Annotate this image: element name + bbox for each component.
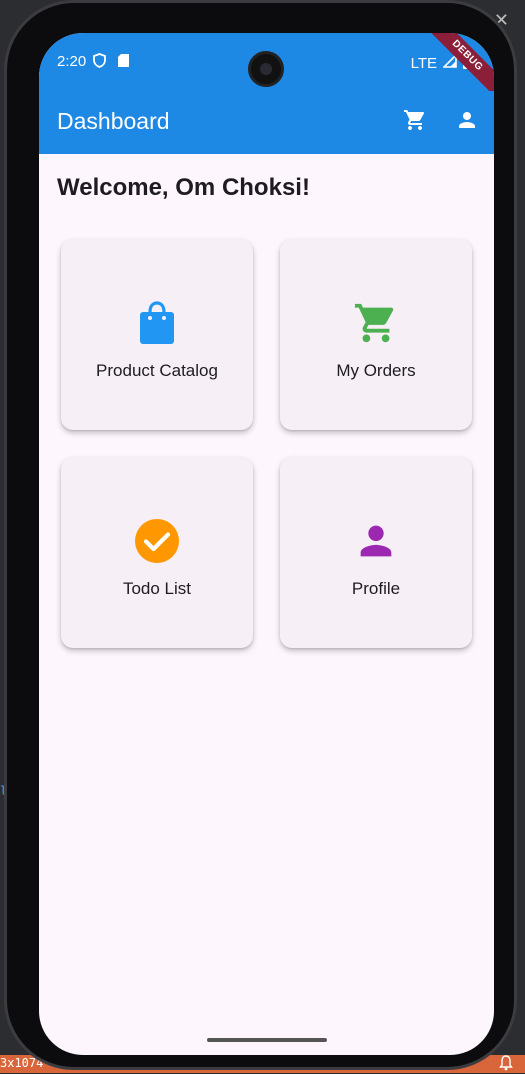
network-type: LTE bbox=[411, 55, 437, 72]
front-camera bbox=[248, 51, 284, 87]
cart-icon bbox=[352, 299, 400, 347]
phone-frame: 2:20 LTE DEBUG Das bbox=[4, 0, 517, 1070]
status-bar: 2:20 LTE DEBUG bbox=[39, 33, 494, 91]
person-icon bbox=[352, 517, 400, 565]
card-label: Product Catalog bbox=[96, 361, 218, 381]
notification-icon[interactable] bbox=[499, 1055, 513, 1071]
card-todo-list[interactable]: Todo List bbox=[61, 457, 253, 648]
app-screen: 2:20 LTE DEBUG Das bbox=[39, 33, 494, 1055]
cart-icon bbox=[403, 108, 427, 137]
shopping-bag-icon bbox=[133, 299, 181, 347]
shield-icon bbox=[93, 53, 106, 73]
card-label: My Orders bbox=[336, 361, 415, 381]
app-bar-title: Dashboard bbox=[57, 108, 170, 135]
person-icon bbox=[455, 108, 479, 137]
card-product-catalog[interactable]: Product Catalog bbox=[61, 239, 253, 430]
sd-card-icon bbox=[118, 54, 129, 72]
app-bar: Dashboard bbox=[39, 91, 494, 154]
home-indicator[interactable] bbox=[207, 1038, 327, 1042]
card-profile[interactable]: Profile bbox=[280, 457, 472, 648]
cart-button[interactable] bbox=[402, 109, 428, 135]
card-label: Profile bbox=[352, 579, 400, 599]
card-label: Todo List bbox=[123, 579, 191, 599]
welcome-heading: Welcome, Om Choksi! bbox=[57, 174, 310, 202]
card-my-orders[interactable]: My Orders bbox=[280, 239, 472, 430]
status-time: 2:20 bbox=[57, 53, 86, 70]
check-circle-icon bbox=[133, 517, 181, 565]
profile-button[interactable] bbox=[454, 109, 480, 135]
dashboard-grid: Product Catalog My Orders Todo List Prof… bbox=[61, 239, 472, 648]
